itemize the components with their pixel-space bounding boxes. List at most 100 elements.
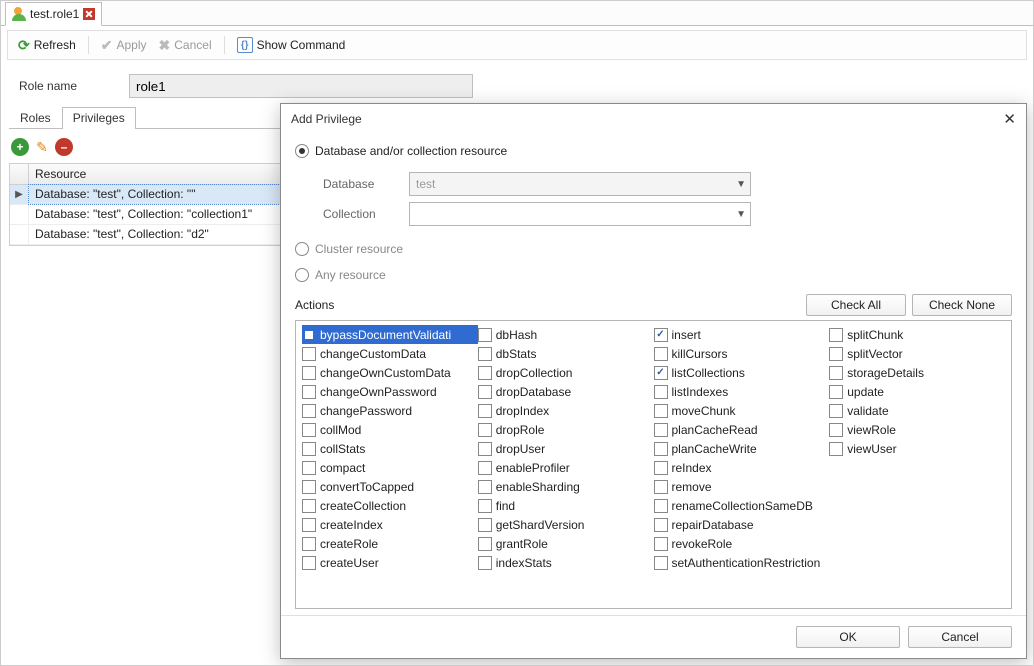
action-checkbox[interactable]: convertToCapped — [302, 477, 478, 496]
action-label: repairDatabase — [672, 518, 754, 532]
action-checkbox[interactable]: renameCollectionSameDB — [654, 496, 830, 515]
edit-privilege-button[interactable]: ✎ — [33, 138, 51, 156]
action-checkbox[interactable]: createUser — [302, 553, 478, 572]
action-checkbox[interactable]: update — [829, 382, 1005, 401]
row-indicator — [10, 205, 29, 224]
role-name-label: Role name — [19, 79, 109, 93]
action-checkbox[interactable]: dropIndex — [478, 401, 654, 420]
checkbox-icon — [654, 518, 668, 532]
action-checkbox[interactable]: planCacheRead — [654, 420, 830, 439]
action-checkbox[interactable]: changeOwnCustomData — [302, 363, 478, 382]
action-label: createUser — [320, 556, 379, 570]
action-checkbox[interactable]: dropRole — [478, 420, 654, 439]
refresh-button[interactable]: ⟳ Refresh — [14, 35, 80, 56]
action-checkbox[interactable]: dropCollection — [478, 363, 654, 382]
action-label: update — [847, 385, 884, 399]
check-all-button[interactable]: Check All — [806, 294, 906, 316]
action-label: enableProfiler — [496, 461, 570, 475]
radio-cluster[interactable]: Cluster resource — [295, 242, 1012, 256]
checkbox-icon — [302, 404, 316, 418]
action-checkbox[interactable]: createCollection — [302, 496, 478, 515]
action-checkbox[interactable]: collMod — [302, 420, 478, 439]
action-checkbox[interactable]: insert — [654, 325, 830, 344]
action-checkbox[interactable]: setAuthenticationRestriction — [654, 553, 830, 572]
cancel-button[interactable]: ✖ Cancel — [155, 35, 216, 56]
action-checkbox[interactable]: viewUser — [829, 439, 1005, 458]
cancel-dialog-button[interactable]: Cancel — [908, 626, 1012, 648]
action-label: enableSharding — [496, 480, 580, 494]
file-tab[interactable]: test.role1 — [5, 2, 102, 26]
action-label: planCacheRead — [672, 423, 758, 437]
action-checkbox[interactable]: enableSharding — [478, 477, 654, 496]
show-command-button[interactable]: {} Show Command — [233, 35, 350, 55]
action-label: storageDetails — [847, 366, 924, 380]
action-checkbox[interactable]: collStats — [302, 439, 478, 458]
action-label: dbHash — [496, 328, 537, 342]
checkbox-icon — [302, 366, 316, 380]
action-checkbox[interactable]: enableProfiler — [478, 458, 654, 477]
dirty-close-icon[interactable] — [83, 8, 95, 20]
action-checkbox[interactable]: createIndex — [302, 515, 478, 534]
action-checkbox[interactable]: splitVector — [829, 344, 1005, 363]
action-checkbox[interactable]: bypassDocumentValidati — [302, 325, 478, 344]
action-checkbox[interactable]: changeOwnPassword — [302, 382, 478, 401]
action-checkbox[interactable]: dbHash — [478, 325, 654, 344]
action-checkbox[interactable]: splitChunk — [829, 325, 1005, 344]
radio-any[interactable]: Any resource — [295, 268, 1012, 282]
action-checkbox[interactable]: reIndex — [654, 458, 830, 477]
apply-button[interactable]: ✔ Apply — [97, 35, 151, 56]
action-checkbox[interactable]: revokeRole — [654, 534, 830, 553]
role-name-input[interactable] — [129, 74, 473, 98]
database-combo[interactable]: test ▼ — [409, 172, 751, 196]
checkbox-icon — [478, 442, 492, 456]
dialog-close-button[interactable]: ✕ — [988, 110, 1016, 128]
action-checkbox[interactable]: createRole — [302, 534, 478, 553]
action-checkbox[interactable]: grantRole — [478, 534, 654, 553]
checkbox-icon — [478, 480, 492, 494]
action-checkbox[interactable]: indexStats — [478, 553, 654, 572]
action-checkbox[interactable]: killCursors — [654, 344, 830, 363]
radio-dbcol[interactable]: Database and/or collection resource — [295, 144, 1012, 158]
action-checkbox[interactable]: validate — [829, 401, 1005, 420]
actions-header: Actions Check All Check None — [295, 294, 1012, 316]
action-label: viewRole — [847, 423, 896, 437]
action-checkbox[interactable]: dropDatabase — [478, 382, 654, 401]
ok-button[interactable]: OK — [796, 626, 900, 648]
checkbox-icon — [478, 423, 492, 437]
check-none-button[interactable]: Check None — [912, 294, 1012, 316]
action-checkbox[interactable]: changePassword — [302, 401, 478, 420]
refresh-icon: ⟳ — [18, 37, 30, 54]
action-label: createCollection — [320, 499, 406, 513]
action-checkbox[interactable]: storageDetails — [829, 363, 1005, 382]
action-checkbox[interactable]: listIndexes — [654, 382, 830, 401]
action-label: bypassDocumentValidati — [320, 328, 451, 342]
dialog-title: Add Privilege — [291, 112, 362, 126]
action-label: getShardVersion — [496, 518, 585, 532]
action-checkbox[interactable]: repairDatabase — [654, 515, 830, 534]
database-label: Database — [323, 177, 409, 191]
action-checkbox[interactable]: moveChunk — [654, 401, 830, 420]
role-name-row: Role name — [19, 74, 1023, 98]
action-checkbox[interactable]: dropUser — [478, 439, 654, 458]
actions-label: Actions — [295, 298, 334, 312]
action-checkbox[interactable]: changeCustomData — [302, 344, 478, 363]
row-indicator: ▶ — [10, 185, 29, 204]
action-checkbox[interactable]: dbStats — [478, 344, 654, 363]
action-checkbox[interactable]: remove — [654, 477, 830, 496]
collection-combo[interactable]: ▼ — [409, 202, 751, 226]
tab-privileges[interactable]: Privileges — [62, 107, 136, 129]
action-checkbox[interactable]: find — [478, 496, 654, 515]
radio-icon — [295, 144, 309, 158]
action-checkbox[interactable]: listCollections — [654, 363, 830, 382]
action-checkbox[interactable]: compact — [302, 458, 478, 477]
checkbox-icon — [829, 347, 843, 361]
action-label: renameCollectionSameDB — [672, 499, 813, 513]
dbcol-form: Database test ▼ Collection ▼ — [323, 166, 1012, 232]
delete-privilege-button[interactable]: – — [55, 138, 73, 156]
dialog-footer: OK Cancel — [281, 615, 1026, 658]
action-checkbox[interactable]: planCacheWrite — [654, 439, 830, 458]
action-checkbox[interactable]: viewRole — [829, 420, 1005, 439]
tab-roles[interactable]: Roles — [9, 107, 62, 129]
action-checkbox[interactable]: getShardVersion — [478, 515, 654, 534]
add-privilege-button[interactable]: + — [11, 138, 29, 156]
